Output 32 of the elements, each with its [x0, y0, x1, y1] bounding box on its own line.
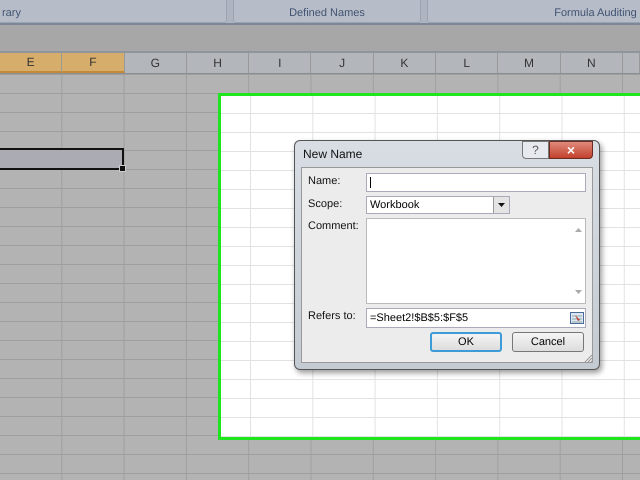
- dialog-button[interactable]: OK: [430, 332, 502, 352]
- name-field[interactable]: [366, 173, 586, 192]
- field-label: Refers to:: [308, 309, 357, 322]
- close-button[interactable]: ×: [549, 141, 593, 159]
- column-header[interactable]: L: [436, 53, 498, 73]
- dialog-title: New Name: [303, 147, 362, 161]
- column-header[interactable]: J: [311, 53, 374, 73]
- column-header[interactable]: G: [124, 53, 187, 73]
- help-button[interactable]: ?: [522, 141, 549, 159]
- field-label: Scope:: [308, 197, 344, 210]
- column-header[interactable]: K: [374, 53, 436, 73]
- dialog-button[interactable]: Cancel: [512, 332, 584, 352]
- scroll-down-icon[interactable]: [574, 290, 582, 294]
- scope-dropdown[interactable]: Workbook: [366, 196, 510, 214]
- column-header[interactable]: I: [249, 53, 312, 73]
- resize-grip-icon[interactable]: [584, 354, 592, 362]
- field-label: Comment:: [308, 219, 360, 232]
- column-header[interactable]: F: [62, 53, 125, 73]
- column-header[interactable]: E: [0, 53, 62, 73]
- refers-to-field[interactable]: =Sheet2!$B$5:$F$5: [366, 308, 586, 328]
- scroll-up-icon[interactable]: [574, 228, 582, 232]
- ribbon-group-label: Defined Names: [289, 7, 365, 19]
- field-label: Name:: [308, 174, 342, 187]
- comment-field[interactable]: [366, 218, 586, 304]
- ribbon-group-label: Formula Auditing: [554, 7, 637, 19]
- collapse-dialog-icon[interactable]: [570, 312, 584, 324]
- column-header[interactable]: M: [498, 53, 561, 73]
- fill-handle[interactable]: [118, 165, 126, 172]
- ribbon-group-label: rary: [2, 7, 21, 19]
- column-header[interactable]: N: [560, 53, 623, 73]
- column-header[interactable]: H: [186, 53, 250, 73]
- text-cursor: [370, 177, 371, 188]
